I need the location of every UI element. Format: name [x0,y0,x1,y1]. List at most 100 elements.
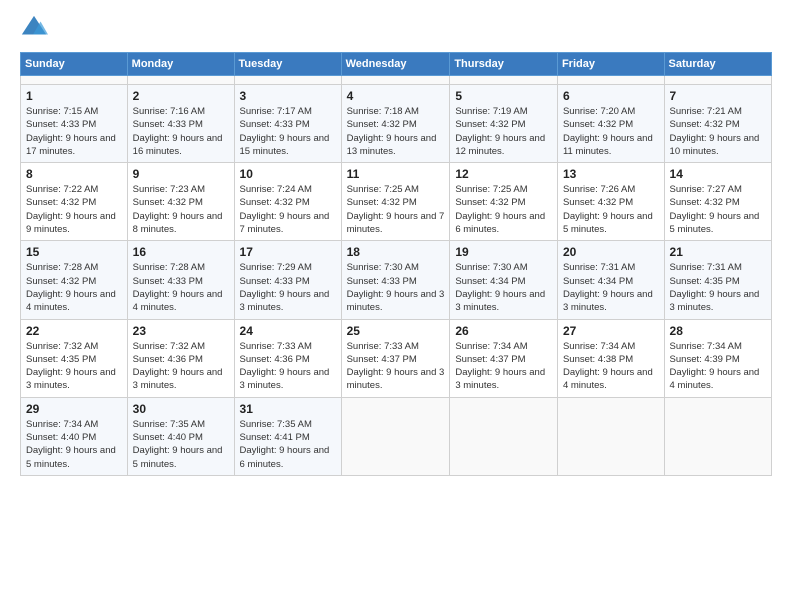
table-row: 14 Sunrise: 7:27 AMSunset: 4:32 PMDayligh… [664,163,771,241]
day-number: 2 [133,89,229,103]
day-info: Sunrise: 7:31 AMSunset: 4:35 PMDaylight:… [670,262,760,313]
col-saturday: Saturday [664,53,771,76]
day-info: Sunrise: 7:16 AMSunset: 4:33 PMDaylight:… [133,106,223,157]
day-info: Sunrise: 7:26 AMSunset: 4:32 PMDaylight:… [563,184,653,235]
day-info: Sunrise: 7:25 AMSunset: 4:32 PMDaylight:… [347,184,445,235]
col-monday: Monday [127,53,234,76]
table-row: 31 Sunrise: 7:35 AMSunset: 4:41 PMDayligh… [234,397,341,475]
table-row: 17 Sunrise: 7:29 AMSunset: 4:33 PMDayligh… [234,241,341,319]
table-row: 29Sunrise: 7:34 AMSunset: 4:40 PMDayligh… [21,397,128,475]
logo [20,18,48,42]
calendar-week-row: 1 Sunrise: 7:15 AMSunset: 4:33 PMDaylight… [21,85,772,163]
day-number: 3 [240,89,336,103]
col-tuesday: Tuesday [234,53,341,76]
day-info: Sunrise: 7:27 AMSunset: 4:32 PMDaylight:… [670,184,760,235]
day-number: 9 [133,167,229,181]
day-number: 10 [240,167,336,181]
table-row [450,76,558,85]
day-number: 27 [563,324,659,338]
day-number: 18 [347,245,445,259]
day-number: 19 [455,245,552,259]
table-row: 15 Sunrise: 7:28 AMSunset: 4:32 PMDayligh… [21,241,128,319]
day-number: 11 [347,167,445,181]
day-number: 30 [133,402,229,416]
table-row: 7 Sunrise: 7:21 AMSunset: 4:32 PMDaylight… [664,85,771,163]
day-number: 25 [347,324,445,338]
table-row: 8 Sunrise: 7:22 AMSunset: 4:32 PMDaylight… [21,163,128,241]
table-row: 2 Sunrise: 7:16 AMSunset: 4:33 PMDaylight… [127,85,234,163]
page: Sunday Monday Tuesday Wednesday Thursday… [0,0,792,612]
day-info: Sunrise: 7:18 AMSunset: 4:32 PMDaylight:… [347,106,437,157]
table-row: 30Sunrise: 7:35 AMSunset: 4:40 PMDayligh… [127,397,234,475]
table-row: 27 Sunrise: 7:34 AMSunset: 4:38 PMDayligh… [557,319,664,397]
day-info: Sunrise: 7:34 AMSunset: 4:37 PMDaylight:… [455,341,545,392]
calendar-week-row [21,76,772,85]
table-row: 6Sunrise: 7:20 AMSunset: 4:32 PMDaylight… [557,85,664,163]
day-number: 22 [26,324,122,338]
calendar-table: Sunday Monday Tuesday Wednesday Thursday… [20,52,772,476]
table-row [664,76,771,85]
day-info: Sunrise: 7:19 AMSunset: 4:32 PMDaylight:… [455,106,545,157]
col-thursday: Thursday [450,53,558,76]
table-row: 13 Sunrise: 7:26 AMSunset: 4:32 PMDayligh… [557,163,664,241]
day-number: 24 [240,324,336,338]
logo-icon [20,14,48,42]
day-number: 4 [347,89,445,103]
table-row [234,76,341,85]
day-info: Sunrise: 7:32 AMSunset: 4:36 PMDaylight:… [133,341,223,392]
day-number: 6 [563,89,659,103]
day-info: Sunrise: 7:24 AMSunset: 4:32 PMDaylight:… [240,184,330,235]
day-info: Sunrise: 7:22 AMSunset: 4:32 PMDaylight:… [26,184,116,235]
table-row: 22Sunrise: 7:32 AMSunset: 4:35 PMDayligh… [21,319,128,397]
day-info: Sunrise: 7:28 AMSunset: 4:33 PMDaylight:… [133,262,223,313]
day-number: 1 [26,89,122,103]
table-row: 25 Sunrise: 7:33 AMSunset: 4:37 PMDayligh… [341,319,450,397]
calendar-week-row: 22Sunrise: 7:32 AMSunset: 4:35 PMDayligh… [21,319,772,397]
day-number: 29 [26,402,122,416]
day-number: 7 [670,89,766,103]
day-number: 12 [455,167,552,181]
table-row: 10 Sunrise: 7:24 AMSunset: 4:32 PMDayligh… [234,163,341,241]
day-info: Sunrise: 7:35 AMSunset: 4:41 PMDaylight:… [240,419,330,470]
day-number: 17 [240,245,336,259]
table-row: 9 Sunrise: 7:23 AMSunset: 4:32 PMDaylight… [127,163,234,241]
day-number: 14 [670,167,766,181]
day-number: 8 [26,167,122,181]
table-row: 18 Sunrise: 7:30 AMSunset: 4:33 PMDayligh… [341,241,450,319]
day-info: Sunrise: 7:30 AMSunset: 4:33 PMDaylight:… [347,262,445,313]
day-info: Sunrise: 7:17 AMSunset: 4:33 PMDaylight:… [240,106,330,157]
table-row [21,76,128,85]
table-row [557,76,664,85]
day-info: Sunrise: 7:33 AMSunset: 4:37 PMDaylight:… [347,341,445,392]
day-info: Sunrise: 7:34 AMSunset: 4:38 PMDaylight:… [563,341,653,392]
day-info: Sunrise: 7:15 AMSunset: 4:33 PMDaylight:… [26,106,116,157]
day-info: Sunrise: 7:30 AMSunset: 4:34 PMDaylight:… [455,262,545,313]
table-row: 28Sunrise: 7:34 AMSunset: 4:39 PMDayligh… [664,319,771,397]
day-info: Sunrise: 7:25 AMSunset: 4:32 PMDaylight:… [455,184,545,235]
day-info: Sunrise: 7:21 AMSunset: 4:32 PMDaylight:… [670,106,760,157]
day-number: 15 [26,245,122,259]
table-row [341,397,450,475]
col-sunday: Sunday [21,53,128,76]
calendar-week-row: 29Sunrise: 7:34 AMSunset: 4:40 PMDayligh… [21,397,772,475]
col-wednesday: Wednesday [341,53,450,76]
day-info: Sunrise: 7:29 AMSunset: 4:33 PMDaylight:… [240,262,330,313]
day-number: 5 [455,89,552,103]
table-row: 4 Sunrise: 7:18 AMSunset: 4:32 PMDaylight… [341,85,450,163]
day-number: 13 [563,167,659,181]
day-number: 31 [240,402,336,416]
day-info: Sunrise: 7:31 AMSunset: 4:34 PMDaylight:… [563,262,653,313]
day-number: 16 [133,245,229,259]
table-row [664,397,771,475]
table-row: 21Sunrise: 7:31 AMSunset: 4:35 PMDayligh… [664,241,771,319]
table-row: 23Sunrise: 7:32 AMSunset: 4:36 PMDayligh… [127,319,234,397]
day-info: Sunrise: 7:34 AMSunset: 4:39 PMDaylight:… [670,341,760,392]
table-row [341,76,450,85]
day-info: Sunrise: 7:33 AMSunset: 4:36 PMDaylight:… [240,341,330,392]
day-info: Sunrise: 7:28 AMSunset: 4:32 PMDaylight:… [26,262,116,313]
day-info: Sunrise: 7:23 AMSunset: 4:32 PMDaylight:… [133,184,223,235]
calendar-week-row: 15 Sunrise: 7:28 AMSunset: 4:32 PMDayligh… [21,241,772,319]
table-row: 11 Sunrise: 7:25 AMSunset: 4:32 PMDayligh… [341,163,450,241]
header [20,18,772,42]
col-friday: Friday [557,53,664,76]
